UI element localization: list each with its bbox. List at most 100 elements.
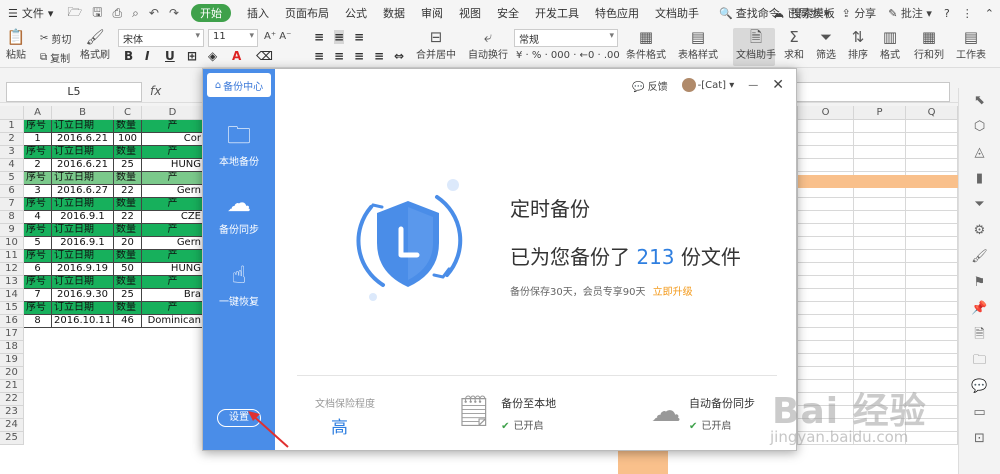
column-header[interactable]: P [854, 106, 906, 120]
table-cell[interactable]: Dominican [142, 315, 204, 328]
table-header-cell[interactable]: 数量 [114, 302, 142, 315]
table-cell[interactable] [798, 315, 854, 328]
row-header[interactable]: 3 [0, 146, 24, 159]
table-cell[interactable] [854, 263, 906, 276]
table-header-cell[interactable]: 产 [142, 198, 204, 211]
table-header-cell[interactable]: 产 [142, 302, 204, 315]
column-header[interactable]: O [798, 106, 854, 120]
table-header-cell[interactable]: 序号 [24, 198, 52, 211]
align-bottom-icon[interactable]: ≡ [354, 30, 364, 44]
fill-color-icon[interactable]: ◈ [208, 49, 217, 63]
row-header[interactable]: 15 [0, 302, 24, 315]
table-header-cell[interactable]: 产 [142, 120, 204, 133]
row-header[interactable]: 11 [0, 250, 24, 263]
align-left-icon[interactable]: ≡ [314, 49, 324, 63]
settings-icon[interactable]: ⚙ [959, 218, 1000, 244]
table-cell[interactable]: 6 [24, 263, 52, 276]
tab-doc-assistant[interactable]: 文档助手 [647, 5, 707, 21]
row-header[interactable]: 8 [0, 211, 24, 224]
table-header-cell[interactable]: 产 [142, 250, 204, 263]
table-header-cell[interactable]: 数量 [114, 146, 142, 159]
table-header-cell[interactable]: 序号 [24, 172, 52, 185]
row-header[interactable]: 13 [0, 276, 24, 289]
align-right-icon[interactable]: ≡ [354, 49, 364, 63]
table-header-cell[interactable]: 序号 [24, 120, 52, 133]
table-cell[interactable]: HUNG [142, 159, 204, 172]
side-item-one-click-restore[interactable]: ☝ 一键恢复 [203, 257, 275, 308]
table-cell[interactable] [906, 328, 958, 341]
format-button[interactable]: ▥ 格式 [880, 28, 900, 61]
table-cell[interactable]: 20 [114, 237, 142, 250]
grow-font-icon[interactable]: A⁺ A⁻ [264, 31, 291, 42]
table-cell[interactable]: 3 [24, 185, 52, 198]
table-cell[interactable]: 4 [24, 211, 52, 224]
border-icon[interactable]: ⊞ [187, 49, 197, 63]
table-cell[interactable] [906, 341, 958, 354]
table-cell[interactable]: 2016.6.21 [52, 159, 114, 172]
table-header-cell[interactable]: 序号 [24, 276, 52, 289]
font-select[interactable]: 宋体 [118, 29, 204, 47]
annotate-button[interactable]: ✎ 批注 ▾ [888, 5, 932, 21]
underline-icon[interactable]: U [165, 49, 175, 63]
column-header[interactable]: C [114, 106, 142, 120]
redo-icon[interactable]: ↷ [169, 6, 179, 20]
table-cell[interactable]: 25 [114, 289, 142, 302]
tab-insert[interactable]: 插入 [239, 5, 277, 21]
table-cell[interactable]: 2016.10.11 [52, 315, 114, 328]
tab-review[interactable]: 审阅 [413, 5, 451, 21]
feedback-button[interactable]: 💬 反馈 [632, 78, 668, 93]
save-icon[interactable]: 🖫 [92, 3, 102, 24]
print-icon[interactable]: ⎙ [113, 6, 123, 21]
justify-icon[interactable]: ≡ [374, 49, 384, 63]
column-header[interactable]: A [24, 106, 52, 120]
doc-assistant-button[interactable]: 🗎 文档助手 [736, 28, 776, 61]
table-cell[interactable]: Bra [142, 289, 204, 302]
table-cell[interactable] [906, 237, 958, 250]
table-cell[interactable]: 2016.6.21 [52, 133, 114, 146]
table-cell[interactable] [854, 133, 906, 146]
table-cell[interactable] [906, 224, 958, 237]
bookmark-icon[interactable]: ⚑ [959, 270, 1000, 296]
row-header[interactable]: 22 [0, 393, 24, 406]
row-header[interactable]: 21 [0, 380, 24, 393]
table-cell[interactable] [854, 302, 906, 315]
table-header-cell[interactable]: 订立日期 [52, 120, 114, 133]
row-header[interactable]: 23 [0, 406, 24, 419]
copy-button[interactable]: ⧉ 复制 [40, 50, 70, 65]
sync-button[interactable]: ☁ 已同步 ▾ [773, 5, 830, 21]
table-cell[interactable]: CZE [142, 211, 204, 224]
table-cell[interactable] [906, 133, 958, 146]
filter-button[interactable]: ⏷ 筛选 [816, 28, 836, 61]
table-cell[interactable] [798, 354, 854, 367]
table-cell[interactable]: 46 [114, 315, 142, 328]
align-center-icon[interactable]: ≡ [334, 49, 344, 63]
select-all-corner[interactable] [0, 106, 24, 120]
table-header-cell[interactable]: 订立日期 [52, 276, 114, 289]
table-cell[interactable] [798, 276, 854, 289]
table-cell[interactable] [854, 341, 906, 354]
row-header[interactable]: 25 [0, 432, 24, 445]
row-header[interactable]: 2 [0, 133, 24, 146]
table-header-cell[interactable]: 订立日期 [52, 146, 114, 159]
table-cell[interactable] [854, 224, 906, 237]
more-icon[interactable]: ⋮ [962, 7, 973, 20]
folder-icon[interactable]: 🗀 [959, 348, 1000, 374]
side-item-backup-sync[interactable]: ☁ 备份同步 [203, 185, 275, 236]
tab-data[interactable]: 数据 [375, 5, 413, 21]
align-top-icon[interactable]: ≡ [314, 30, 324, 44]
table-cell[interactable]: 1 [24, 133, 52, 146]
table-cell[interactable] [798, 120, 854, 133]
paste-button[interactable]: 📋 粘贴 [6, 28, 26, 61]
table-cell[interactable] [906, 302, 958, 315]
conditional-format-button[interactable]: ▦ 条件格式 [626, 28, 666, 61]
table-cell[interactable] [906, 263, 958, 276]
row-header[interactable]: 20 [0, 367, 24, 380]
table-header-cell[interactable]: 产 [142, 276, 204, 289]
table-header-cell[interactable]: 序号 [24, 250, 52, 263]
table-cell[interactable] [854, 315, 906, 328]
table-cell[interactable] [798, 146, 854, 159]
image-icon[interactable]: ▭ [959, 400, 1000, 426]
table-cell[interactable]: 2016.9.19 [52, 263, 114, 276]
table-cell[interactable] [854, 367, 906, 380]
file-menu[interactable]: ☰ 文件 ▾ [0, 5, 59, 21]
